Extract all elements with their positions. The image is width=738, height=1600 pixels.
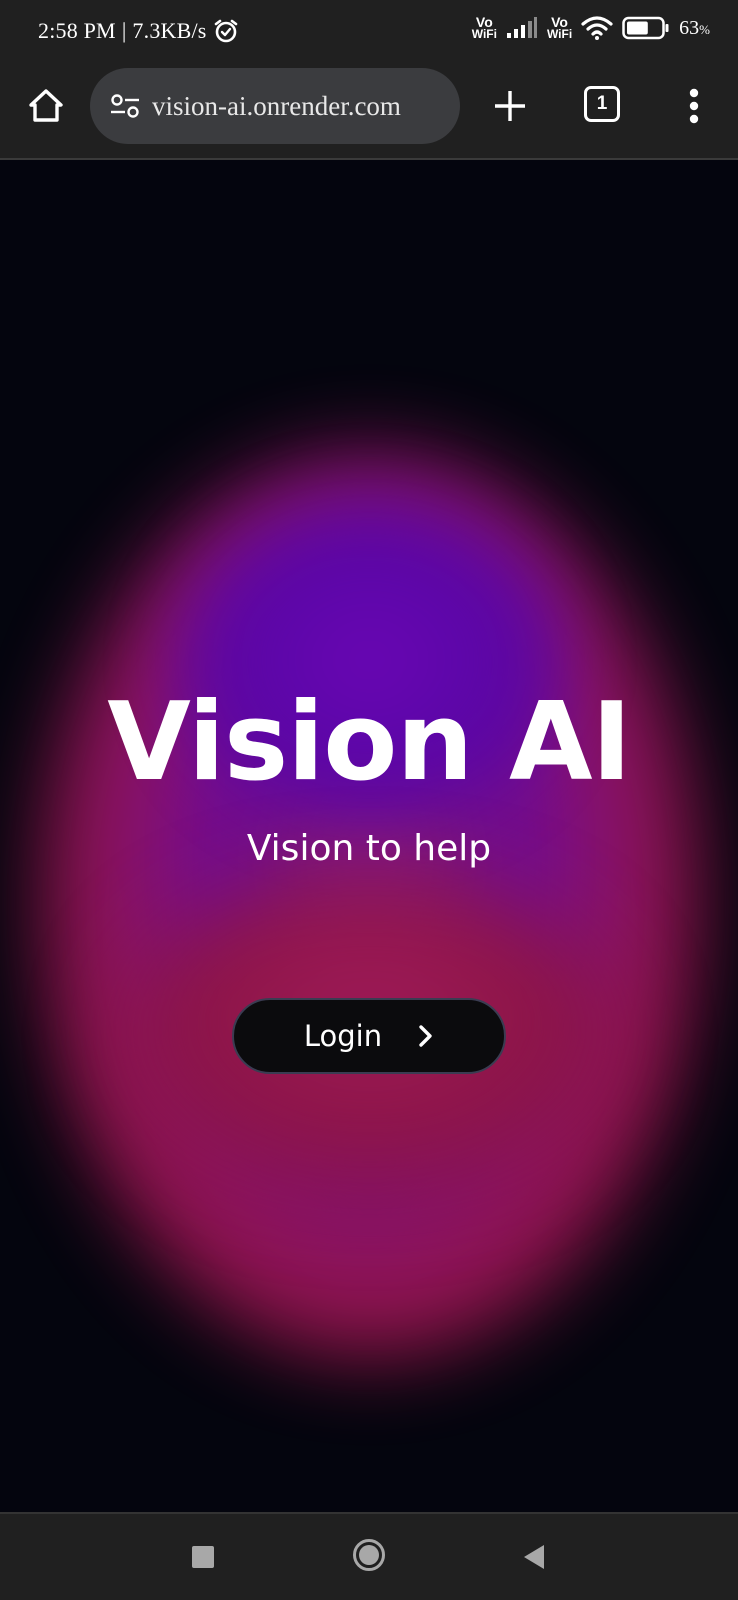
alarm-icon (213, 18, 239, 44)
back-button[interactable] (520, 1542, 548, 1572)
network-speed: 7.3KB/s (132, 18, 207, 43)
plus-icon (493, 89, 527, 123)
new-tab-button[interactable] (488, 84, 532, 128)
tune-icon[interactable] (108, 89, 142, 123)
chevron-right-icon (418, 1024, 434, 1048)
web-content: Vision AI Vision to help Login (0, 160, 738, 1512)
home-icon (26, 86, 66, 126)
page-subtitle: Vision to help (246, 828, 492, 869)
browser-menu-button[interactable] (672, 84, 716, 128)
back-triangle-icon (524, 1545, 544, 1569)
signal-icon (506, 17, 538, 39)
status-time: 2:58 PM (38, 18, 116, 43)
phone-screen: 2:58 PM | 7.3KB/s Vo WiFi Vo WiFi 63% vi… (0, 0, 738, 1600)
status-left: 2:58 PM | 7.3KB/s (38, 18, 239, 44)
circle-home-icon (353, 1539, 385, 1571)
tab-switcher-button[interactable]: 1 (584, 86, 620, 122)
url-text: vision-ai.onrender.com (152, 90, 401, 121)
page-title: Vision AI (107, 680, 631, 805)
login-button-label: Login (303, 1019, 383, 1053)
wifi-icon (581, 16, 613, 40)
status-bar: 2:58 PM | 7.3KB/s Vo WiFi Vo WiFi 63% (0, 0, 738, 62)
system-home-button[interactable] (352, 1538, 386, 1572)
home-button[interactable] (24, 84, 68, 128)
recents-button[interactable] (192, 1546, 214, 1568)
more-vert-icon (688, 88, 700, 124)
status-right: Vo WiFi Vo WiFi 63% (471, 14, 710, 41)
battery-percentage: 63% (679, 16, 710, 39)
vowifi-indicator-2: Vo WiFi (546, 14, 573, 41)
hero-section: Vision AI Vision to help Login (0, 160, 738, 1512)
battery-icon (622, 16, 670, 40)
vowifi-indicator-1: Vo WiFi (471, 14, 497, 41)
login-button[interactable]: Login (232, 998, 506, 1074)
address-bar[interactable]: vision-ai.onrender.com (90, 68, 460, 144)
status-separator: | (121, 18, 127, 43)
browser-toolbar: vision-ai.onrender.com 1 (0, 62, 738, 160)
system-nav-bar (0, 1512, 738, 1600)
